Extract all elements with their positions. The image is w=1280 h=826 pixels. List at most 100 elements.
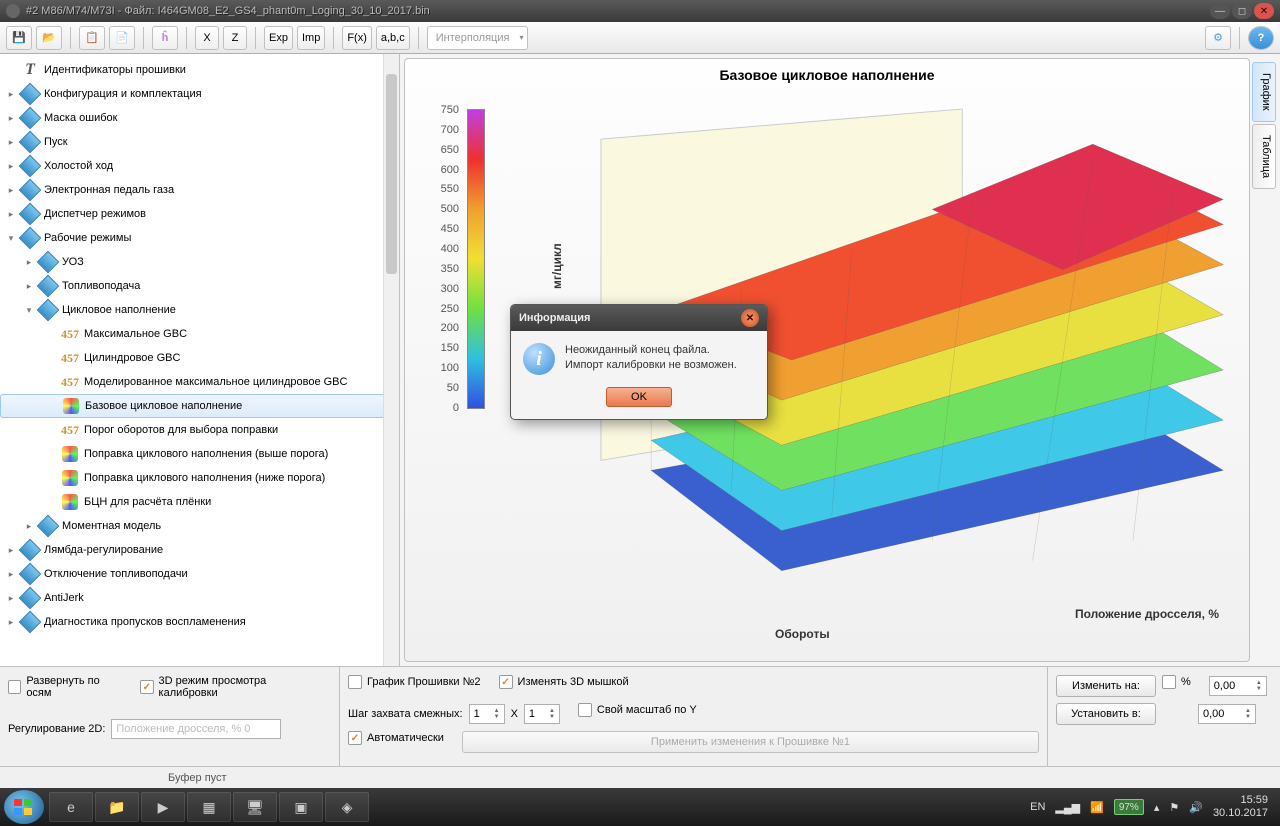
tree-item[interactable]: 457Максимальное GBC	[0, 322, 399, 346]
paste-button[interactable]: 📄	[109, 26, 135, 50]
x-button[interactable]: X	[195, 26, 219, 50]
tree-expander[interactable]: ▸	[4, 135, 18, 149]
volume-icon[interactable]: 🔊	[1189, 801, 1203, 814]
tree-item[interactable]: 457Цилиндровое GBC	[0, 346, 399, 370]
tree-item[interactable]: Поправка циклового наполнения (выше поро…	[0, 442, 399, 466]
tree-expander[interactable]: ▸	[22, 279, 36, 293]
step-x-input[interactable]: 1▲▼	[469, 704, 505, 724]
settings-button[interactable]: ⚙	[1205, 26, 1231, 50]
tree-item[interactable]: ▾Цикловое наполнение	[0, 298, 399, 322]
tree-expander[interactable]: ▾	[4, 231, 18, 245]
tree-item[interactable]: ▸Диспетчер режимов	[0, 202, 399, 226]
tree-item[interactable]: Базовое цикловое наполнение	[0, 394, 399, 418]
tree-expander[interactable]: ▸	[22, 255, 36, 269]
abc-button[interactable]: a,b,c	[376, 26, 410, 50]
tree-expander[interactable]	[4, 63, 18, 77]
clock[interactable]: 15:59 30.10.2017	[1213, 794, 1268, 820]
find-button[interactable]: ĥ	[152, 26, 178, 50]
interpolation-combo[interactable]: Интерполяция	[427, 26, 529, 50]
tree-expander[interactable]	[44, 423, 58, 437]
tree-scrollbar[interactable]	[383, 54, 399, 666]
tree-item[interactable]: Поправка циклового наполнения (ниже поро…	[0, 466, 399, 490]
tree-expander[interactable]: ▸	[4, 615, 18, 629]
window-maximize-button[interactable]: ◻	[1232, 3, 1252, 19]
task-app1[interactable]: ▦	[187, 792, 231, 822]
network-icon[interactable]: ▂▄▆	[1055, 801, 1080, 814]
task-ie[interactable]: e	[49, 792, 93, 822]
graph2-checkbox[interactable]: График Прошивки №2	[348, 675, 481, 689]
tree-expander[interactable]	[44, 495, 58, 509]
copy-button[interactable]: 📋	[79, 26, 105, 50]
tree-expander[interactable]	[44, 447, 58, 461]
tree-item[interactable]: ▸Лямбда-регулирование	[0, 538, 399, 562]
tree-expander[interactable]: ▸	[22, 519, 36, 533]
open-button[interactable]: 📂	[36, 26, 62, 50]
tree-expander[interactable]	[44, 471, 58, 485]
task-app4[interactable]: ◈	[325, 792, 369, 822]
apply-changes-button[interactable]: Применить изменения к Прошивке №1	[462, 731, 1039, 753]
dialog-close-button[interactable]: ✕	[741, 309, 759, 327]
tree-item[interactable]: ▾Рабочие режимы	[0, 226, 399, 250]
flag-icon[interactable]: ⚑	[1169, 801, 1179, 814]
tree-expander[interactable]	[44, 375, 58, 389]
tree-item[interactable]: ▸Электронная педаль газа	[0, 178, 399, 202]
help-button[interactable]: ?	[1248, 26, 1274, 50]
mode-3d-checkbox[interactable]: 3D режим просмотра калибровки	[140, 675, 319, 699]
tree-item[interactable]: ▸Конфигурация и комплектация	[0, 82, 399, 106]
wifi-icon[interactable]: 📶	[1090, 801, 1104, 814]
tree-expander[interactable]: ▸	[4, 87, 18, 101]
tree-item[interactable]: ▸Холостой ход	[0, 154, 399, 178]
exp-button[interactable]: Exp	[264, 26, 293, 50]
tree-item[interactable]: ▸Пуск	[0, 130, 399, 154]
tree-item[interactable]: ▸Моментная модель	[0, 514, 399, 538]
tree-item[interactable]: 457Порог оборотов для выбора поправки	[0, 418, 399, 442]
tree-expander[interactable]: ▸	[4, 183, 18, 197]
task-app3[interactable]: ▣	[279, 792, 323, 822]
step-y-input[interactable]: 1▲▼	[524, 704, 560, 724]
calibration-tree[interactable]: TИдентификаторы прошивки▸Конфигурация и …	[0, 54, 399, 638]
tree-expander[interactable]: ▸	[4, 543, 18, 557]
tree-item[interactable]: ▸Топливоподача	[0, 274, 399, 298]
set-value-input[interactable]: 0,00▲▼	[1198, 704, 1256, 724]
battery-indicator[interactable]: 97%	[1114, 799, 1144, 815]
tree-expander[interactable]	[45, 399, 59, 413]
tree-expander[interactable]	[44, 351, 58, 365]
task-app2[interactable]: 🖥	[233, 792, 277, 822]
tree-expander[interactable]: ▸	[4, 591, 18, 605]
window-minimize-button[interactable]: —	[1210, 3, 1230, 19]
window-close-button[interactable]: ✕	[1254, 3, 1274, 19]
tree-expander[interactable]: ▸	[4, 159, 18, 173]
fx-button[interactable]: F(x)	[342, 26, 372, 50]
tree-item[interactable]: ▸AntiJerk	[0, 586, 399, 610]
start-button[interactable]	[4, 790, 44, 824]
tree-expander[interactable]: ▸	[4, 567, 18, 581]
lang-indicator[interactable]: EN	[1030, 801, 1045, 813]
auto-checkbox[interactable]: Автоматически	[348, 731, 444, 745]
tree-expander[interactable]: ▸	[4, 111, 18, 125]
tree-item[interactable]: ▸УОЗ	[0, 250, 399, 274]
tree-item[interactable]: ▸Маска ошибок	[0, 106, 399, 130]
tree-item[interactable]: БЦН для расчёта плёнки	[0, 490, 399, 514]
tree-expander[interactable]: ▸	[4, 207, 18, 221]
tab-graph[interactable]: График	[1252, 62, 1276, 122]
expand-axes-checkbox[interactable]: Развернуть по осям	[8, 675, 122, 699]
z-button[interactable]: Z	[223, 26, 247, 50]
own-scale-checkbox[interactable]: Свой масштаб по Y	[578, 703, 697, 717]
tree-expander[interactable]	[44, 327, 58, 341]
percent-checkbox[interactable]: %	[1162, 675, 1191, 689]
reg2d-input[interactable]: Положение дросселя, % 0	[111, 719, 281, 739]
dialog-titlebar[interactable]: Информация ✕	[511, 305, 767, 331]
task-media[interactable]: ▶	[141, 792, 185, 822]
change-value-input[interactable]: 0,00▲▼	[1209, 676, 1267, 696]
task-explorer[interactable]: 📁	[95, 792, 139, 822]
tree-item[interactable]: ▸Отключение топливоподачи	[0, 562, 399, 586]
set-to-button[interactable]: Установить в:	[1056, 703, 1156, 725]
imp-button[interactable]: Imp	[297, 26, 325, 50]
mouse3d-checkbox[interactable]: Изменять 3D мышкой	[499, 675, 629, 689]
tree-item[interactable]: ▸Диагностика пропусков воспламенения	[0, 610, 399, 634]
tree-expander[interactable]: ▾	[22, 303, 36, 317]
tree-item[interactable]: TИдентификаторы прошивки	[0, 58, 399, 82]
dialog-ok-button[interactable]: OK	[606, 387, 672, 407]
tree-item[interactable]: 457Моделированное максимальное цилиндров…	[0, 370, 399, 394]
save-button[interactable]: 💾	[6, 26, 32, 50]
